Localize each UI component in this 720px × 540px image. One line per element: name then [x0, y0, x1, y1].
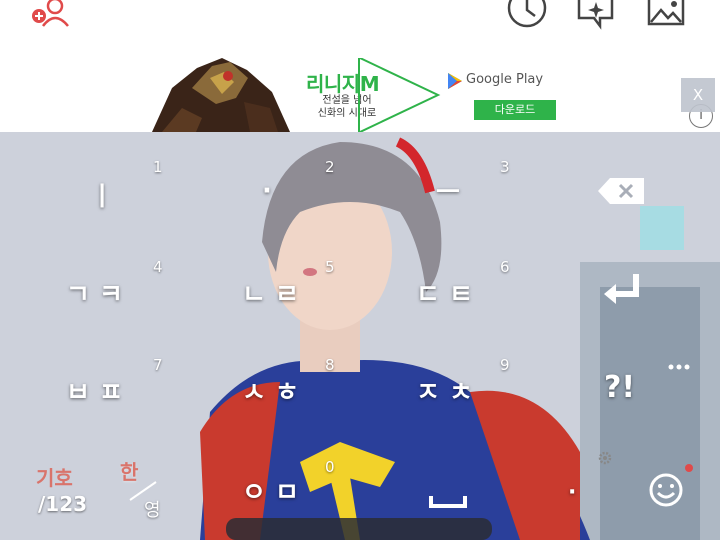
hint-7: 7 — [153, 356, 163, 374]
key-dot[interactable]: · — [262, 176, 272, 206]
numeric-key-label[interactable]: /123 — [38, 492, 87, 516]
add-person-icon[interactable] — [28, 0, 72, 32]
hint-2: 2 — [325, 158, 335, 176]
space-key[interactable] — [428, 494, 468, 514]
google-play-icon — [448, 73, 462, 93]
keyboard: 1 2 3 4 5 6 7 8 9 0 ㅣ · ㅡ ㄱ ㅋ ㄴ ㄹ ㄷ ㅌ ㅂ … — [0, 132, 720, 540]
settings-gear-icon[interactable] — [597, 450, 613, 470]
sparkle-chat-icon[interactable] — [576, 0, 618, 34]
google-play-text: Google Play — [466, 72, 544, 87]
key-digeut[interactable]: ㄷ ㅌ — [416, 274, 473, 311]
key-jieut[interactable]: ㅈ ㅊ — [416, 372, 473, 409]
backspace-icon — [598, 178, 644, 204]
ad-banner[interactable]: 리니지M 전설을 넘어 신화의 시대로 Google Play 다운로드 i X — [0, 40, 720, 132]
key-ieung[interactable]: ㅇ ㅁ — [242, 472, 299, 509]
backspace-key[interactable] — [596, 176, 648, 210]
more-dots-icon[interactable] — [668, 356, 690, 375]
key-eu[interactable]: ㅡ — [436, 172, 460, 209]
key-nieun[interactable]: ㄴ ㄹ — [242, 274, 299, 311]
hint-3: 3 — [500, 158, 510, 176]
ad-game-artwork — [152, 58, 290, 132]
ad-close-button[interactable]: X — [681, 78, 715, 112]
emoji-icon — [649, 473, 683, 507]
key-i[interactable]: ㅣ — [90, 176, 114, 213]
image-icon[interactable] — [646, 0, 688, 34]
enter-icon — [604, 274, 639, 304]
hint-9: 9 — [500, 356, 510, 374]
space-icon — [429, 496, 467, 508]
key-bieup[interactable]: ㅂ ㅍ — [66, 372, 123, 409]
hint-8: 8 — [325, 356, 335, 374]
hint-1: 1 — [153, 158, 163, 176]
key-punctuation[interactable]: ?! — [604, 370, 635, 405]
emoji-key[interactable] — [648, 472, 684, 512]
ad-download-button[interactable]: 다운로드 — [474, 100, 556, 120]
hint-4: 4 — [153, 258, 163, 276]
key-period[interactable]: · — [568, 480, 576, 505]
key-giyeok[interactable]: ㄱ ㅋ — [66, 274, 123, 311]
key-siot[interactable]: ㅅ ㅎ — [242, 372, 299, 409]
top-toolbar — [0, 0, 720, 40]
lang-other-label[interactable]: 영 — [144, 496, 161, 522]
google-play-label: Google Play — [448, 72, 544, 89]
notification-dot — [685, 464, 693, 472]
ad-arrow-shape — [359, 58, 441, 132]
hint-6: 6 — [500, 258, 510, 276]
clock-icon[interactable] — [505, 0, 549, 34]
enter-key[interactable] — [600, 272, 644, 312]
hint-5: 5 — [325, 258, 335, 276]
symbol-key-label[interactable]: 기호 — [36, 462, 73, 491]
hint-0: 0 — [325, 458, 335, 476]
